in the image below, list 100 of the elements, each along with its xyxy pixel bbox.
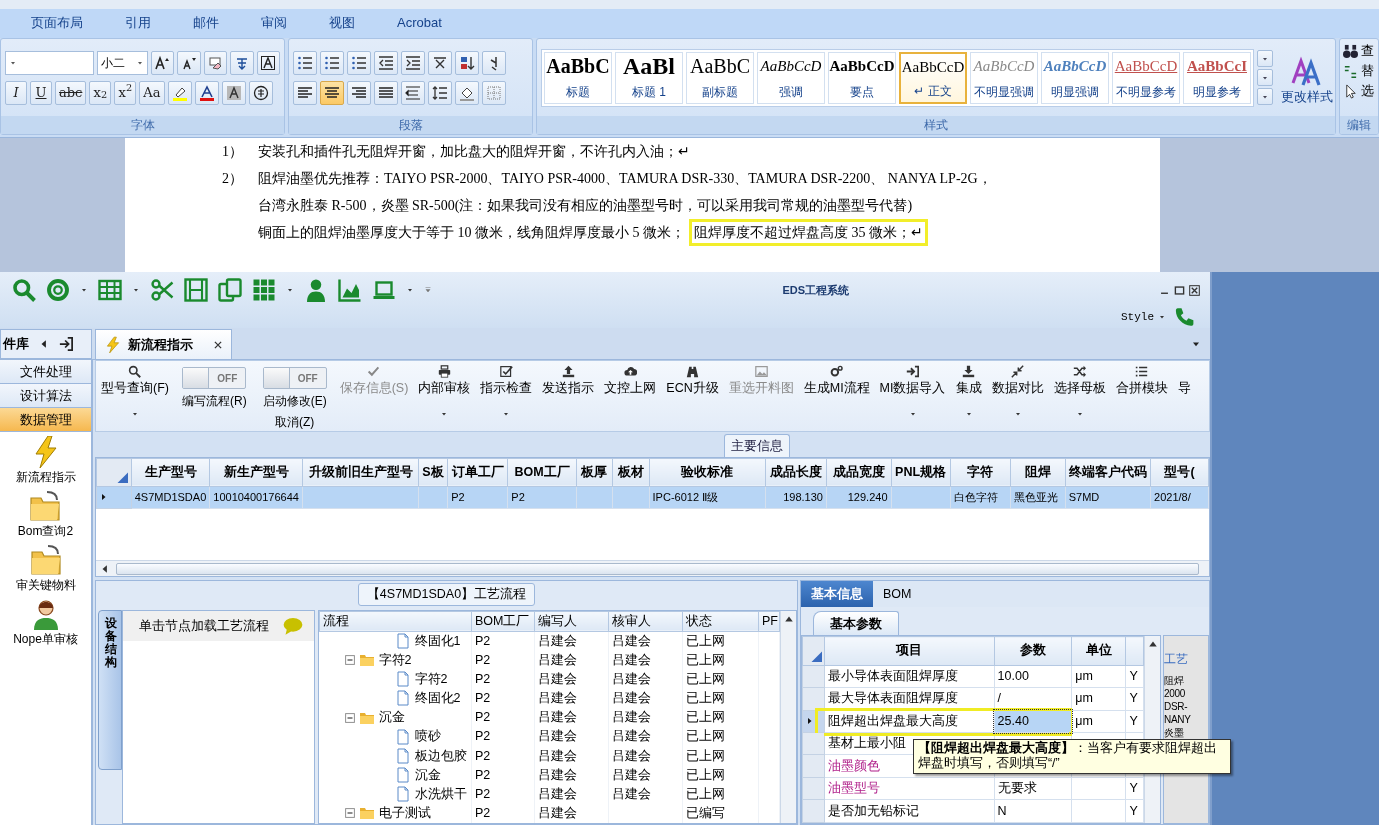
align-center-button[interactable]	[320, 80, 344, 105]
toolbar-button[interactable]: MI数据导入	[874, 361, 951, 431]
decrease-indent-button[interactable]	[374, 50, 398, 75]
text-direction-button[interactable]	[428, 50, 452, 75]
tree-node[interactable]: 板边包胶	[414, 746, 467, 766]
table-icon[interactable]	[98, 278, 122, 302]
collapse-icon[interactable]	[344, 712, 355, 723]
tree-node[interactable]: 终固化2	[414, 689, 461, 708]
caret-icon[interactable]	[80, 286, 88, 294]
editing-button[interactable]: 选	[1343, 83, 1374, 99]
area-chart-icon[interactable]	[338, 278, 362, 302]
scroll-up-icon[interactable]	[1147, 639, 1158, 649]
align-right-button[interactable]	[347, 80, 371, 105]
panel-tab[interactable]: 基本信息	[801, 581, 873, 607]
close-icon[interactable]	[1189, 284, 1200, 296]
enclose-char-button[interactable]	[248, 80, 273, 105]
nav-item[interactable]: Nope单审核	[13, 598, 78, 648]
toolbar-button[interactable]: 生成MI流程	[798, 361, 875, 431]
collapse-icon[interactable]	[344, 808, 355, 819]
multilevel-list-button[interactable]	[347, 50, 371, 75]
left-arrow-icon[interactable]	[39, 339, 49, 349]
style-tile[interactable]: AaBbC 副标题	[686, 51, 754, 104]
scissors-icon[interactable]	[150, 278, 174, 302]
scrollbar-thumb[interactable]	[116, 562, 1199, 575]
ribbon-tab[interactable]: 邮件	[172, 13, 240, 33]
style-tile[interactable]: AaBbCcI 明显参考	[1183, 51, 1251, 104]
format-button[interactable]: Aa	[139, 80, 165, 105]
caret-icon[interactable]	[286, 286, 294, 294]
font-size-field[interactable]: 小二	[97, 50, 148, 75]
editing-button[interactable]: 替	[1343, 63, 1374, 79]
document-tab[interactable]: 新流程指示	[95, 329, 232, 359]
ribbon-tab[interactable]: 审阅	[240, 13, 308, 33]
column-header[interactable]: PF	[758, 611, 780, 632]
tree-node[interactable]: 喷砂	[414, 727, 441, 747]
film-icon[interactable]	[184, 278, 208, 302]
column-header[interactable]: 型号(	[1150, 458, 1209, 486]
side-tab[interactable]: 设备结构	[98, 609, 122, 770]
restore-icon[interactable]	[1174, 284, 1185, 296]
tree-node[interactable]: 水洗烘干	[414, 784, 467, 804]
tree-node[interactable]: 字符2	[414, 669, 448, 689]
tree-node[interactable]: 沉金	[378, 708, 405, 727]
shrink-font-button[interactable]	[177, 50, 201, 75]
toolbar-button[interactable]: 集成	[950, 361, 987, 431]
highlighter-button[interactable]	[167, 80, 192, 105]
column-header[interactable]: 订单工厂	[447, 458, 508, 486]
toolbar-button[interactable]: 数据对比	[986, 361, 1049, 431]
laptop-icon[interactable]	[372, 278, 396, 302]
column-header[interactable]: 字符	[950, 458, 1011, 486]
format-button[interactable]: abc	[55, 80, 87, 105]
nav-section[interactable]: 设计算法	[0, 384, 91, 408]
style-tile[interactable]: AaBbCcD 强调	[757, 51, 825, 104]
copy-icon[interactable]	[218, 278, 242, 302]
style-tile[interactable]: AaBbCcD 不明显参考	[1112, 51, 1180, 104]
char-border-button[interactable]	[256, 50, 281, 75]
column-header[interactable]: 新生产型号	[209, 458, 303, 486]
change-styles-button[interactable]: 更改样式	[1276, 50, 1338, 105]
toolbar-button[interactable]: 导	[1172, 361, 1196, 431]
login-icon[interactable]	[59, 337, 73, 351]
style-menu[interactable]: Style	[1121, 308, 1166, 326]
justify-button[interactable]	[374, 80, 398, 105]
ribbon-tab[interactable]: 视图	[308, 13, 376, 33]
column-header[interactable]: 终端客户代码	[1065, 458, 1151, 486]
column-header[interactable]: PNL规格	[891, 458, 951, 486]
ribbon-tab[interactable]: Acrobat	[376, 13, 463, 33]
lifebuoy-icon[interactable]	[46, 278, 70, 302]
nav-section[interactable]: 数据管理	[0, 408, 91, 432]
format-button[interactable]: x$^{2}$	[114, 80, 137, 105]
paragraph-mark-button[interactable]	[482, 50, 506, 75]
line-spacing-button[interactable]	[428, 80, 452, 105]
collapse-icon[interactable]	[344, 655, 355, 666]
style-tile[interactable]: AaBbCcD ↵ 正文	[899, 51, 967, 104]
format-button[interactable]: I	[5, 80, 27, 105]
style-tile[interactable]: AaBbC 标题	[544, 51, 612, 104]
style-tile[interactable]: AaBl 标题 1	[615, 51, 683, 104]
column-header[interactable]: 成品长度	[765, 458, 827, 486]
toolbar-button[interactable]: 发送指示	[537, 361, 600, 431]
toolbar-button[interactable]: 指示检查	[475, 361, 538, 431]
caret-icon[interactable]	[132, 286, 140, 294]
numbering-button[interactable]	[320, 50, 344, 75]
apps-grid-icon[interactable]	[252, 278, 276, 302]
sort-button[interactable]	[455, 50, 479, 75]
column-header[interactable]: 生产型号	[131, 458, 210, 486]
nav-item[interactable]: Bom查询2	[17, 490, 74, 540]
column-header[interactable]: 升级前旧生产型号	[302, 458, 419, 486]
toolbar-button[interactable]: 型号查询(F)	[96, 361, 174, 431]
close-icon[interactable]	[213, 339, 223, 350]
ribbon-tab[interactable]: 引用	[104, 13, 172, 33]
caret-icon[interactable]	[406, 286, 414, 294]
distribute-button[interactable]	[401, 80, 425, 105]
user-icon[interactable]	[304, 278, 328, 302]
format-button[interactable]: U	[30, 80, 52, 105]
ribbon-tab[interactable]: 页面布局	[10, 13, 104, 33]
column-header[interactable]: BOM工厂	[471, 611, 535, 632]
toolbar-button[interactable]: 合拼模块	[1110, 361, 1173, 431]
column-header[interactable]: 成品宽度	[826, 458, 891, 486]
column-header[interactable]: 单位	[1071, 636, 1126, 666]
nav-section[interactable]: 文件处理	[0, 360, 91, 384]
column-header[interactable]: 项目	[824, 636, 995, 666]
grow-font-button[interactable]	[150, 50, 175, 75]
tree-node[interactable]: 电子测试	[378, 804, 431, 823]
